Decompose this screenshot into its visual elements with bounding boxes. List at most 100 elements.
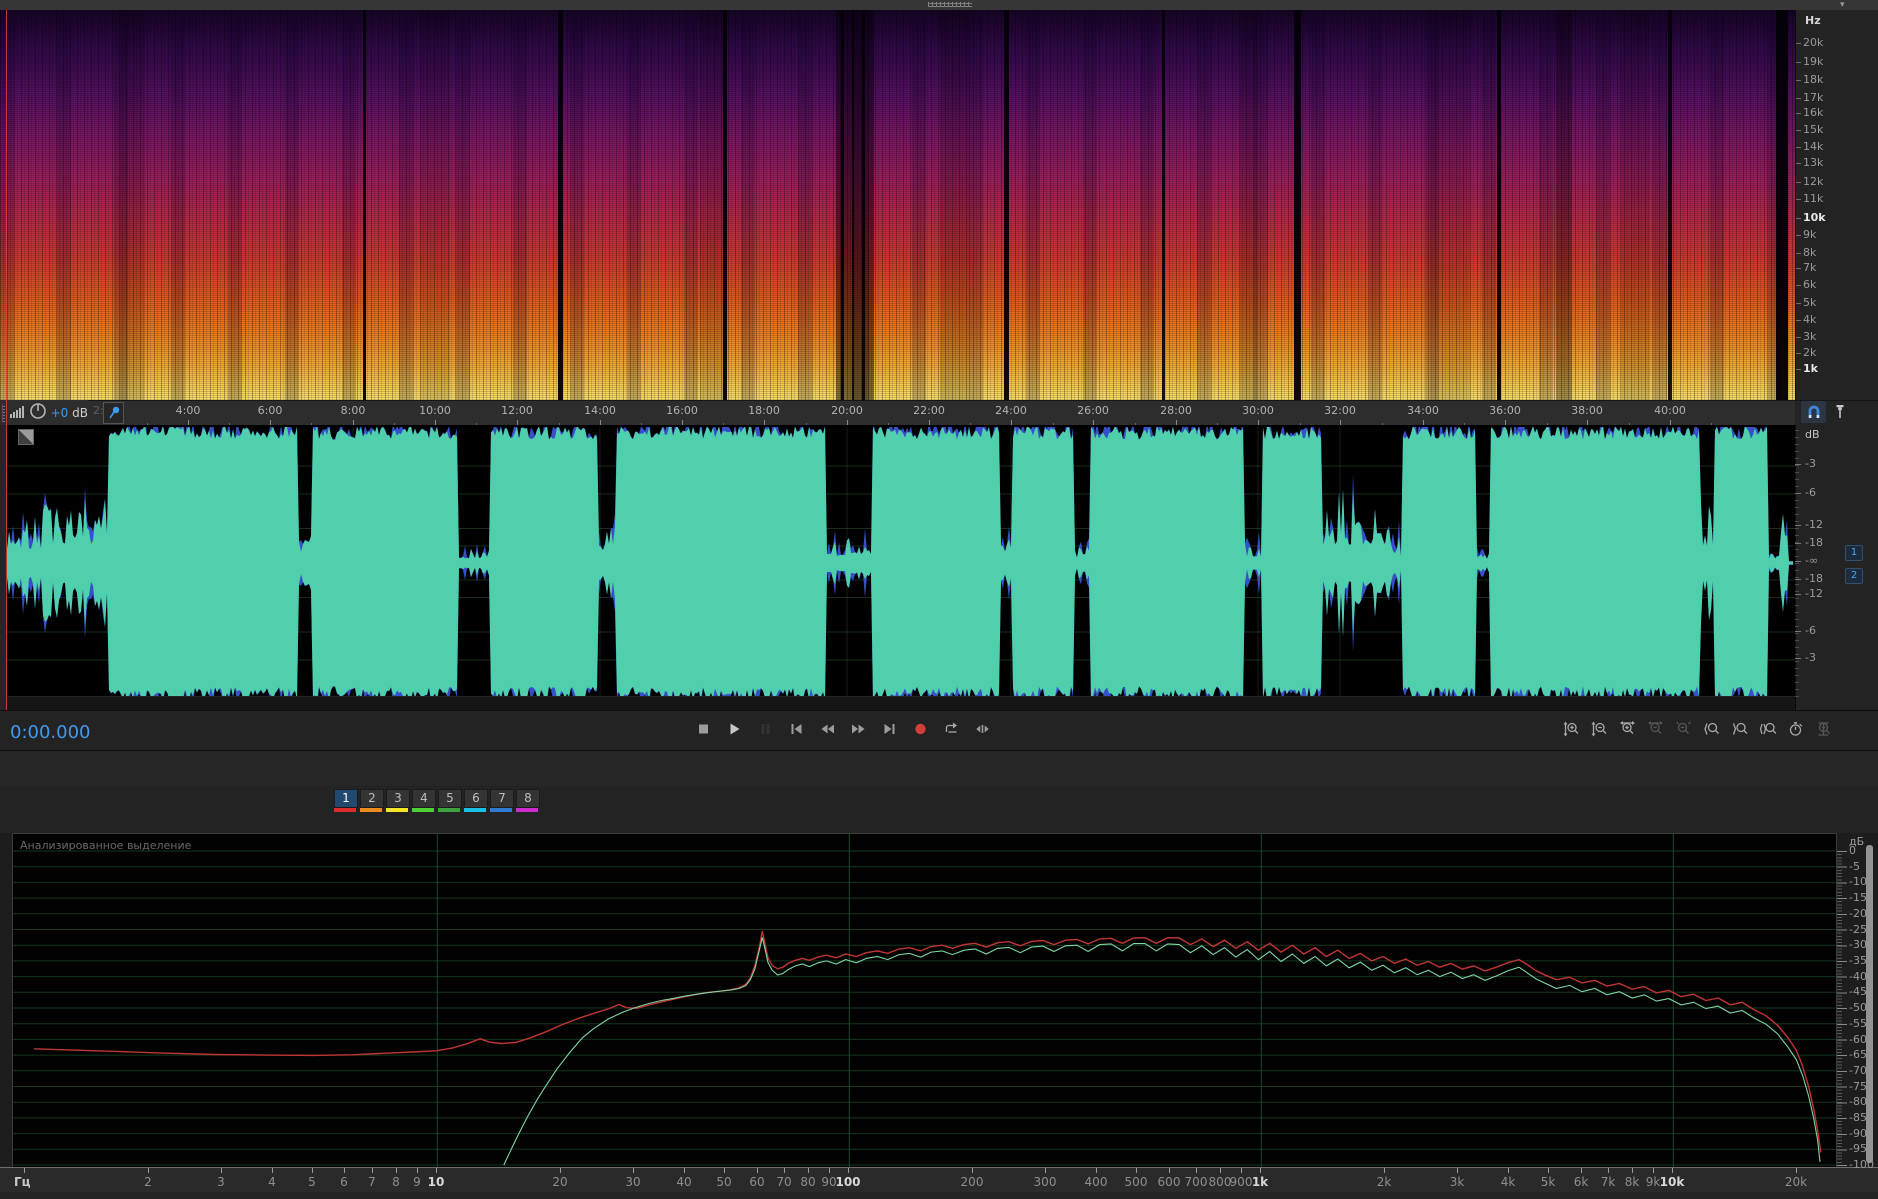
- frequency-tick: [272, 1168, 273, 1173]
- spectrogram-silence-gap: [862, 10, 865, 400]
- spectrogram-freq-tick: [1796, 369, 1801, 370]
- frequency-tick-label: 700: [1184, 1175, 1208, 1189]
- frequency-tick-label: 600: [1157, 1175, 1181, 1189]
- zoom-out-vertical-button[interactable]: [1588, 719, 1610, 739]
- amplitude-scale-tick: [1795, 493, 1801, 494]
- amplitude-scale-label: -12: [1805, 518, 1823, 531]
- playhead-line[interactable]: [6, 10, 7, 710]
- frame-hold-button-7[interactable]: 7: [490, 789, 514, 808]
- bottom-panel-tabs: Частотный анализ Статистика Амплитуды: [0, 750, 1878, 787]
- frequency-unit-label: Гц: [14, 1175, 31, 1189]
- channel-2-badge[interactable]: 2: [1845, 568, 1863, 584]
- frequency-tick: [1169, 1168, 1170, 1173]
- frequency-tick-label: 500: [1124, 1175, 1148, 1189]
- db-axis-major-ticks: [1837, 851, 1847, 1166]
- time-display[interactable]: 0:00.000: [10, 722, 91, 743]
- io-arrows-button[interactable]: [971, 719, 993, 739]
- zoom-in-out-point-button[interactable]: [1728, 719, 1750, 739]
- panel-grip-icon[interactable]: [2, 403, 5, 422]
- bottom-filler: [0, 1192, 1878, 1199]
- zoom-out-horizontal-button[interactable]: [1644, 719, 1666, 739]
- db-tick-label: -90: [1849, 1126, 1867, 1140]
- frame-hold-button-6[interactable]: 6: [464, 789, 488, 808]
- marker-pin-button[interactable]: [1831, 401, 1849, 423]
- timeline-label: 8:00: [340, 404, 366, 417]
- spectrogram-freq-tick: [1796, 235, 1801, 236]
- spectrogram-silence-gap: [841, 10, 844, 400]
- zoom-to-selection-button[interactable]: [1756, 719, 1778, 739]
- stop-button[interactable]: [692, 719, 714, 739]
- spectrogram-freq-tick: [1796, 80, 1801, 81]
- spectrogram-freq-tick: [1796, 147, 1801, 148]
- zoom-in-in-point-button[interactable]: [1700, 719, 1722, 739]
- frame-hold-button-8[interactable]: 8: [516, 789, 540, 808]
- spectrogram-display[interactable]: [0, 10, 1795, 400]
- pause-button[interactable]: [754, 719, 776, 739]
- frequency-tick-label: 60: [749, 1175, 765, 1189]
- frame-hold-color-1: [334, 808, 356, 812]
- rewind-button[interactable]: [816, 719, 838, 739]
- frame-hold-button-1[interactable]: 1: [334, 789, 358, 808]
- zoom-in-vertical-button[interactable]: [1560, 719, 1582, 739]
- record-button[interactable]: [909, 719, 931, 739]
- level-meter-icon[interactable]: [9, 403, 25, 422]
- amplitude-scale-label: -3: [1805, 651, 1816, 664]
- snap-magnet-button[interactable]: [1801, 401, 1826, 423]
- frame-hold-button-5[interactable]: 5: [438, 789, 462, 808]
- frequency-tick: [1608, 1168, 1609, 1173]
- spectrogram-silence-gap: [1162, 10, 1165, 400]
- zoom-in-horizontal-button[interactable]: [1616, 719, 1638, 739]
- chevron-down-icon[interactable]: ▾: [1840, 0, 1845, 10]
- frame-hold-button-4[interactable]: 4: [412, 789, 436, 808]
- loop-button[interactable]: [940, 719, 962, 739]
- waveform-scrollbar-track[interactable]: [7, 696, 1795, 711]
- transport-buttons: [692, 719, 993, 739]
- frequency-tick: [829, 1168, 830, 1173]
- frequency-tick: [1632, 1168, 1633, 1173]
- skip-back-button[interactable]: [785, 719, 807, 739]
- zoom-out-full-button[interactable]: [1672, 719, 1694, 739]
- frequency-tick: [633, 1168, 634, 1173]
- channel-1-badge[interactable]: 1: [1845, 545, 1863, 561]
- spectrogram-freq-label: 3k: [1803, 330, 1817, 343]
- frequency-analysis-plot: [12, 833, 1837, 1169]
- frequency-tick-label: 9: [413, 1175, 421, 1189]
- db-tick-label: -25: [1849, 922, 1867, 936]
- fast-forward-button[interactable]: [847, 719, 869, 739]
- zoom-vertical-full-button[interactable]: [1812, 719, 1834, 739]
- gain-value[interactable]: +0 dB: [51, 406, 88, 420]
- frame-hold-button-3[interactable]: 3: [386, 789, 410, 808]
- amplitude-scale-label: -18: [1805, 536, 1823, 549]
- spectrogram-freq-label: 19k: [1803, 55, 1824, 68]
- timeline-label: 34:00: [1407, 404, 1439, 417]
- frame-hold-button-2[interactable]: 2: [360, 789, 384, 808]
- spectrogram-freq-label: 5k: [1803, 296, 1817, 309]
- zoom-toolbar: [1560, 719, 1834, 739]
- frequency-tick-label: 900: [1229, 1175, 1253, 1189]
- db-tick-label: -75: [1849, 1079, 1867, 1093]
- pin-playhead-button[interactable]: [103, 402, 124, 424]
- frame-hold-color-2: [360, 808, 382, 812]
- drag-handle-icon[interactable]: [928, 2, 972, 7]
- timeline-ruler[interactable]: 4:00 6:00 8:00 10:00 12:00 14:00 16:00 18:00 20:…: [0, 400, 1795, 427]
- amplitude-scale-label: -6: [1805, 624, 1816, 637]
- spectrogram-freq-tick: [1796, 98, 1801, 99]
- amplitude-scale-tick: [1795, 543, 1801, 544]
- audio-editor-window: ▾ Hz 4:00 6:00 8:00 10:00 12:00 14:00 16:00 18:…: [0, 0, 1878, 1199]
- db-tick-label: -55: [1849, 1016, 1867, 1030]
- panel-scrollbar[interactable]: [1866, 845, 1873, 1163]
- range-toggle-icon[interactable]: [18, 429, 34, 445]
- spectrogram-freq-tick: [1796, 163, 1801, 164]
- waveform-display[interactable]: [0, 425, 1795, 710]
- frequency-unit-label: Hz: [1805, 14, 1821, 27]
- frequency-tick: [1136, 1168, 1137, 1173]
- skip-forward-button[interactable]: [878, 719, 900, 739]
- reset-zoom-button[interactable]: [1784, 719, 1806, 739]
- frequency-tick-label: 5: [308, 1175, 316, 1189]
- frequency-tick-label: 4: [268, 1175, 276, 1189]
- spectrogram-silence-gap: [1430, 10, 1470, 400]
- gain-knob-icon[interactable]: [29, 402, 47, 423]
- pushpin-icon: [1836, 405, 1844, 418]
- play-button[interactable]: [723, 719, 745, 739]
- amplitude-scale-label: -∞: [1805, 554, 1819, 567]
